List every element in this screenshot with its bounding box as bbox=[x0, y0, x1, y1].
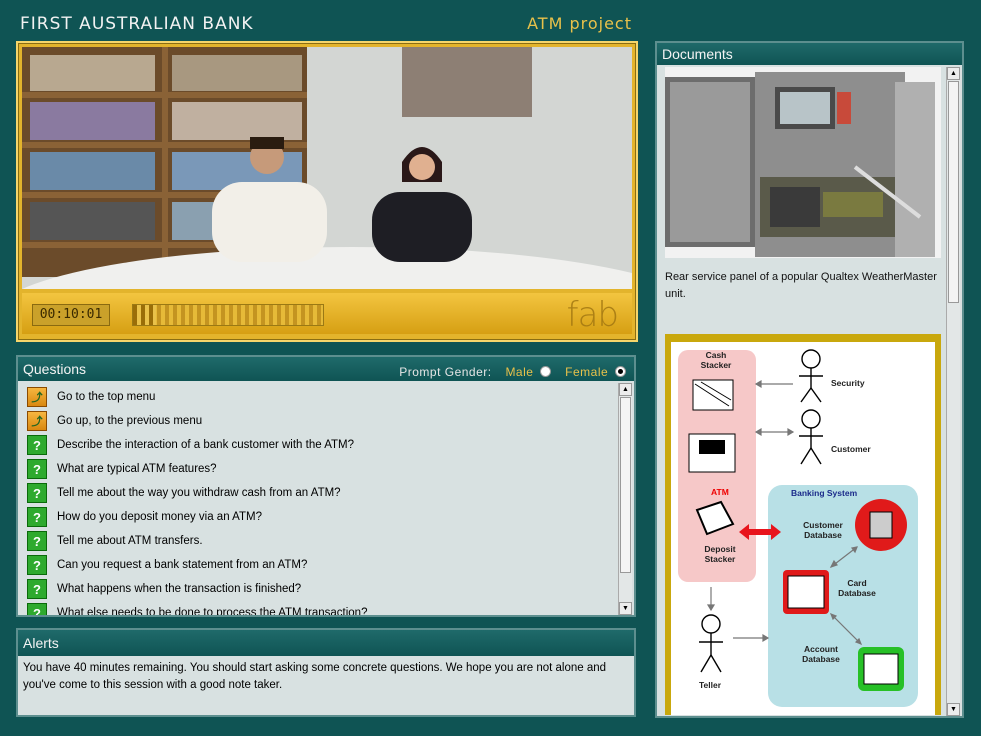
prompt-gender: Prompt Gender: Male Female bbox=[399, 360, 626, 384]
label-banking-system: Banking System bbox=[791, 488, 858, 498]
video-screen[interactable] bbox=[22, 47, 632, 289]
question-text: Go to the top menu bbox=[57, 391, 156, 403]
questions-title: Questions bbox=[23, 361, 87, 377]
label-cash-stacker: Cash Stacker bbox=[700, 350, 732, 370]
atm-diagram: Cash Stacker ATM Deposit Stacker Securit… bbox=[671, 342, 935, 715]
scroll-thumb[interactable] bbox=[620, 397, 631, 573]
questions-scrollbar[interactable]: ▲ ▼ bbox=[618, 383, 632, 615]
question-icon: ? bbox=[27, 579, 47, 599]
question-icon: ? bbox=[27, 555, 47, 575]
label-teller: Teller bbox=[699, 680, 722, 690]
gender-male-radio[interactable] bbox=[540, 366, 552, 377]
label-card-database: Card Database bbox=[838, 578, 876, 598]
question-text: What happens when the transaction is fin… bbox=[57, 583, 302, 595]
video-progress-bar[interactable] bbox=[132, 304, 324, 326]
question-item[interactable]: ? How do you deposit money via an ATM? bbox=[22, 505, 618, 529]
label-customer: Customer bbox=[831, 444, 871, 454]
alerts-title: Alerts bbox=[23, 635, 59, 651]
documents-content: Rear service panel of a popular Qualtex … bbox=[665, 67, 941, 715]
documents-title: Documents bbox=[662, 46, 733, 62]
video-player: 00:10:01 fab bbox=[16, 41, 638, 342]
docs-scroll-up-button[interactable]: ▲ bbox=[947, 67, 960, 80]
gender-female-label: Female bbox=[565, 365, 609, 379]
alerts-panel: Alerts You have 40 minutes remaining. Yo… bbox=[16, 628, 636, 717]
question-item[interactable]: ⤴ Go up, to the previous menu bbox=[22, 409, 618, 433]
documents-header: Documents bbox=[657, 43, 962, 65]
video-controls: 00:10:01 fab bbox=[22, 293, 632, 335]
questions-header: Questions Prompt Gender: Male Female bbox=[18, 357, 634, 381]
prompt-gender-label: Prompt Gender: bbox=[399, 365, 492, 379]
folder-up-icon: ⤴ bbox=[27, 387, 47, 407]
question-text: What are typical ATM features? bbox=[57, 463, 217, 475]
question-text: Tell me about the way you withdraw cash … bbox=[57, 487, 341, 499]
question-icon: ? bbox=[27, 483, 47, 503]
project-title: ATM project bbox=[527, 14, 632, 33]
question-text: How do you deposit money via an ATM? bbox=[57, 511, 262, 523]
documents-panel: Documents Rear service panel of a popula… bbox=[655, 41, 964, 718]
docs-scroll-thumb[interactable] bbox=[948, 81, 959, 303]
question-text: Tell me about ATM transfers. bbox=[57, 535, 203, 547]
label-customer-database: Customer Database bbox=[803, 520, 843, 540]
question-list: ⤴ Go to the top menu ⤴ Go up, to the previo… bbox=[22, 385, 618, 615]
question-text: Describe the interaction of a bank custo… bbox=[57, 439, 355, 451]
question-icon: ? bbox=[27, 531, 47, 551]
question-item[interactable]: ? What happens when the transaction is fi… bbox=[22, 577, 618, 601]
scroll-down-button[interactable]: ▼ bbox=[619, 602, 632, 615]
label-account-database: Account Database bbox=[802, 644, 840, 664]
alerts-header: Alerts bbox=[18, 630, 634, 656]
docs-scroll-down-button[interactable]: ▼ bbox=[947, 703, 960, 716]
gender-male-label: Male bbox=[505, 365, 534, 379]
atm-diagram-frame[interactable]: Cash Stacker ATM Deposit Stacker Securit… bbox=[665, 334, 941, 715]
question-text: Can you request a bank statement from an… bbox=[57, 559, 308, 571]
scroll-up-button[interactable]: ▲ bbox=[619, 383, 632, 396]
label-security: Security bbox=[831, 378, 865, 388]
question-icon: ? bbox=[27, 507, 47, 527]
gender-female-radio[interactable] bbox=[615, 366, 626, 377]
question-item[interactable]: ? Tell me about the way you withdraw cash… bbox=[22, 481, 618, 505]
label-deposit-stacker: Deposit Stacker bbox=[704, 544, 736, 564]
atm-caption: Rear service panel of a popular Qualtex … bbox=[665, 271, 937, 300]
question-item[interactable]: ? What are typical ATM features? bbox=[22, 457, 618, 481]
alerts-message: You have 40 minutes remaining. You shoul… bbox=[23, 662, 607, 691]
questions-panel: Questions Prompt Gender: Male Female ⤴ Go… bbox=[16, 355, 636, 617]
question-icon: ? bbox=[27, 603, 47, 615]
label-atm: ATM bbox=[711, 487, 729, 497]
atm-photo[interactable] bbox=[665, 67, 941, 258]
question-icon: ? bbox=[27, 459, 47, 479]
question-item[interactable]: ? What else needs to be done to process t… bbox=[22, 601, 618, 615]
folder-up-icon: ⤴ bbox=[27, 411, 47, 431]
documents-scrollbar[interactable]: ▲ ▼ bbox=[946, 67, 960, 716]
fab-logo: fab bbox=[566, 295, 619, 335]
question-text: Go up, to the previous menu bbox=[57, 415, 203, 427]
question-item[interactable]: ? Can you request a bank statement from a… bbox=[22, 553, 618, 577]
video-progress-fill bbox=[133, 305, 156, 325]
app-title: FIRST AUSTRALIAN BANK bbox=[20, 14, 254, 34]
question-item[interactable]: ⤴ Go to the top menu bbox=[22, 385, 618, 409]
question-icon: ? bbox=[27, 435, 47, 455]
question-item[interactable]: ? Describe the interaction of a bank cust… bbox=[22, 433, 618, 457]
video-timecode: 00:10:01 bbox=[32, 304, 110, 326]
question-item[interactable]: ? Tell me about ATM transfers. bbox=[22, 529, 618, 553]
question-text: What else needs to be done to process th… bbox=[57, 607, 368, 615]
